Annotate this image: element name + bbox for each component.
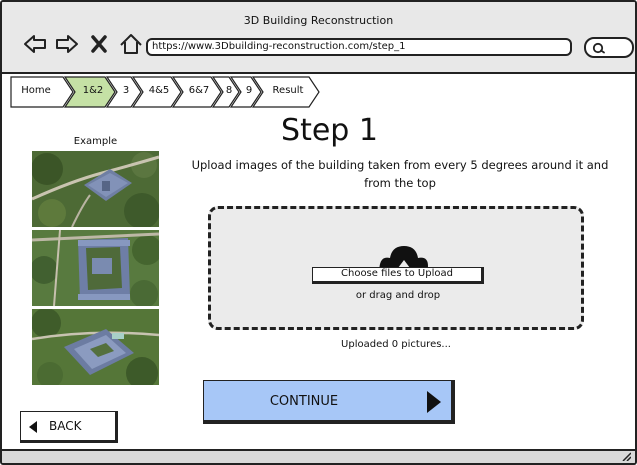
drag-drop-hint: or drag and drop: [355, 290, 441, 301]
play-arrow-icon: [427, 391, 441, 413]
browser-chrome: 3D Building Reconstruction https://www.3…: [2, 2, 635, 74]
forward-arrow-icon[interactable]: [54, 32, 80, 56]
continue-button[interactable]: CONTINUE: [203, 380, 455, 424]
tab-home[interactable]: Home: [14, 76, 58, 108]
back-label: BACK: [49, 419, 82, 433]
close-x-icon[interactable]: [86, 32, 112, 56]
example-image-3: [32, 309, 159, 385]
nav-controls: [22, 32, 144, 56]
tab-6-7[interactable]: 6&7: [182, 76, 216, 108]
choose-files-button[interactable]: Choose files to Upload: [312, 267, 484, 284]
home-icon[interactable]: [118, 32, 144, 56]
browser-window: 3D Building Reconstruction https://www.3…: [0, 0, 637, 465]
instruction-text: Upload images of the building taken from…: [191, 158, 609, 190]
tab-8[interactable]: 8: [221, 76, 237, 108]
back-triangle-icon: [29, 421, 37, 433]
search-icon: [592, 42, 605, 53]
page-title: Step 1: [281, 113, 378, 148]
tab-result[interactable]: Result: [263, 76, 313, 108]
address-bar[interactable]: https://www.3Dbuilding-reconstruction.co…: [146, 38, 572, 56]
tab-3[interactable]: 3: [116, 76, 136, 108]
upload-status: Uploaded 0 pictures...: [341, 339, 451, 350]
continue-label: CONTINUE: [269, 394, 339, 409]
example-image-1: [32, 151, 159, 227]
tab-1-2[interactable]: 1&2: [76, 76, 110, 108]
window-title: 3D Building Reconstruction: [243, 14, 394, 27]
tab-4-5[interactable]: 4&5: [142, 76, 176, 108]
search-box[interactable]: [584, 37, 634, 58]
tab-9[interactable]: 9: [240, 76, 258, 108]
back-button[interactable]: BACK: [20, 411, 118, 443]
resize-grip-icon[interactable]: [621, 451, 631, 461]
example-title: Example: [73, 136, 118, 147]
status-bar: [2, 449, 635, 463]
example-image-2: [32, 230, 159, 306]
back-arrow-icon[interactable]: [22, 32, 48, 56]
